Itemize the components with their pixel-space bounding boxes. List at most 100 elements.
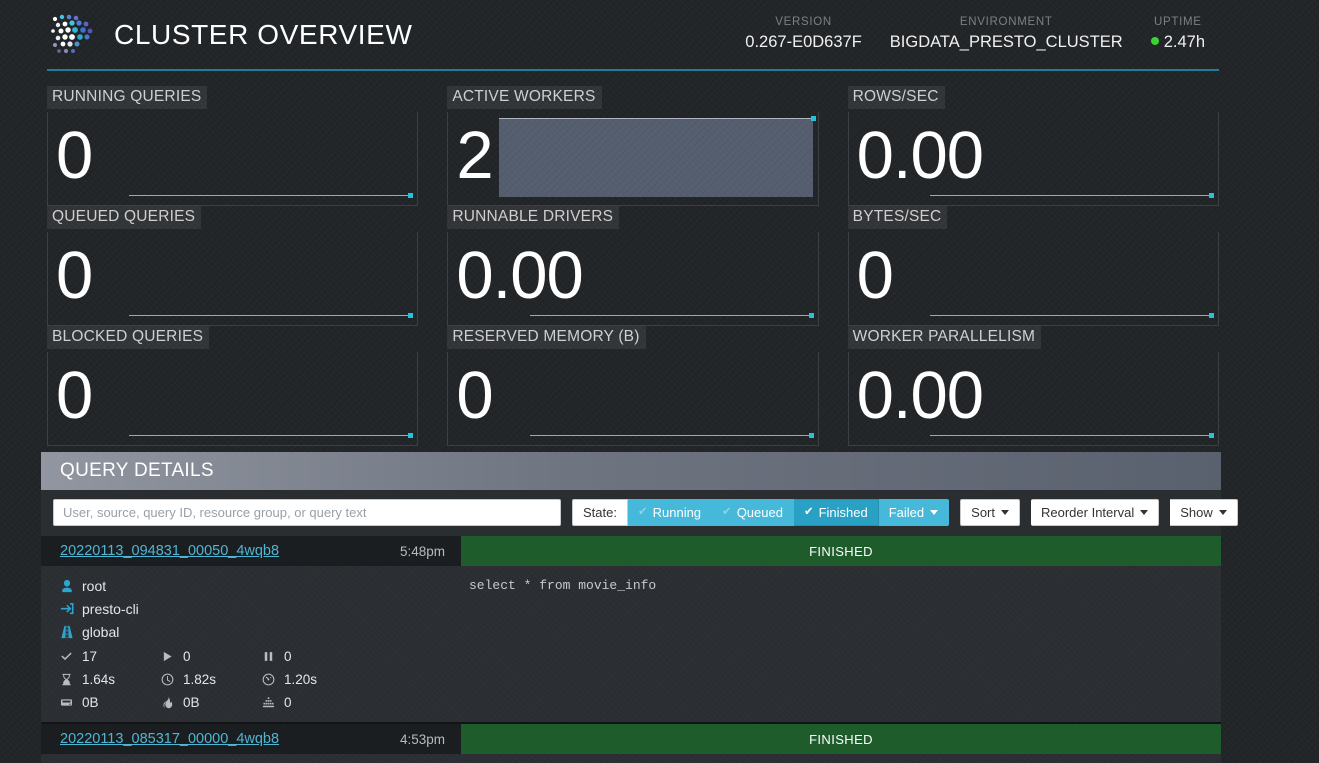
metric-value: 0B: [183, 695, 200, 710]
sparkline: [129, 433, 414, 438]
show-button[interactable]: Show: [1170, 499, 1238, 526]
stat-label: RUNNABLE DRIVERS: [447, 206, 620, 229]
metric-queued-splits: 0: [262, 649, 363, 664]
cluster-overview-page: CLUSTER OVERVIEW VERSION 0.267-E0D637F E…: [0, 0, 1319, 763]
state-filter-running-label: Running: [652, 505, 702, 520]
environment-label: ENVIRONMENT: [959, 15, 1053, 28]
sign-in-icon: [60, 602, 82, 616]
stat-body: 0: [47, 352, 419, 446]
stat-body: 0: [47, 232, 419, 326]
state-filter-failed-label: Failed: [888, 505, 925, 520]
state-filter-failed[interactable]: Failed: [878, 499, 950, 526]
sparkline: [929, 313, 1215, 318]
stat-card-reserved-memory: RESERVED MEMORY (B) 0: [447, 326, 819, 446]
query-id-cell: 20220113_094831_00050_4wqb8 5:48pm: [41, 536, 461, 566]
sort-button[interactable]: Sort: [960, 499, 1020, 526]
query-resource-group: global: [60, 620, 461, 643]
cluster-stat-grid: RUNNING QUERIES 0 ACTIVE WORKERS 2 ROWS/…: [47, 86, 1219, 446]
state-filter-finished[interactable]: ✔ Finished: [793, 499, 879, 526]
stat-body: 0: [447, 352, 819, 446]
query-list-item: 20220113_085317_00000_4wqb8 4:53pm FINIS…: [41, 724, 1221, 763]
metric-row: 0B 0B 0: [60, 691, 461, 714]
header-stat-version: VERSION 0.267-E0D637F: [731, 16, 876, 52]
brand: CLUSTER OVERVIEW: [47, 11, 412, 59]
query-status-badge: FINISHED: [461, 536, 1221, 566]
check-icon: [60, 650, 82, 663]
stat-card-bytes-per-sec: BYTES/SEC 0: [847, 206, 1219, 326]
version-value: 0.267-E0D637F: [745, 32, 862, 51]
metric-cpu-time: 1.20s: [262, 672, 363, 687]
check-icon: ✔: [803, 505, 814, 518]
state-filter-running[interactable]: ✔ Running: [627, 499, 713, 526]
query-row-body: root presto-cli global 17 0 0 1.64s 1.82…: [41, 566, 1221, 724]
query-info: root: [41, 754, 461, 763]
stat-card-worker-parallelism: WORKER PARALLELISM 0.00: [847, 326, 1219, 446]
check-icon: ✔: [637, 505, 648, 518]
query-sql-text: SHOW_FUNCTIONS: [461, 754, 1221, 763]
uptime-value-wrap: 2.47h: [1150, 33, 1205, 52]
query-sql-text: select * from movie_info: [469, 578, 657, 593]
chevron-down-icon: [930, 510, 939, 515]
state-filter-label: State:: [572, 499, 628, 526]
stat-body: 0: [847, 232, 1219, 326]
query-list-item: 20220113_094831_00050_4wqb8 5:48pm FINIS…: [41, 536, 1221, 724]
chevron-down-icon: [1140, 510, 1149, 515]
query-id-link[interactable]: 20220113_085317_00000_4wqb8: [60, 731, 279, 747]
header-stats: VERSION 0.267-E0D637F ENVIRONMENT BIGDAT…: [731, 16, 1219, 54]
query-info: root presto-cli global 17 0 0 1.64s 1.82…: [41, 566, 461, 722]
query-resource-group-label: global: [82, 623, 120, 640]
chevron-down-icon: [1218, 510, 1227, 515]
header-stat-uptime: UPTIME 2.47h: [1137, 16, 1219, 52]
metric-row: 17 0 0: [60, 645, 461, 668]
stat-card-queued-queries: QUEUED QUERIES 0: [47, 206, 419, 326]
state-filter-finished-label: Finished: [818, 505, 868, 520]
stat-value: 0.00: [856, 358, 984, 433]
stat-body: 0: [47, 112, 419, 206]
metric-value: 1.64s: [82, 672, 116, 687]
reorder-interval-button[interactable]: Reorder Interval: [1031, 499, 1160, 526]
query-row-body: root SHOW_FUNCTIONS: [41, 754, 1221, 763]
sparkline: [129, 313, 414, 318]
query-details-header: QUERY DETAILS: [41, 452, 1221, 490]
sparkline: [129, 193, 414, 198]
clock-icon: [161, 673, 183, 686]
metric-value: 0: [284, 649, 292, 664]
stat-label: RUNNING QUERIES: [47, 86, 208, 109]
version-label: VERSION: [775, 15, 832, 28]
check-icon: ✔: [722, 505, 732, 518]
stat-value: 0: [56, 118, 93, 193]
sort-button-label: Sort: [971, 505, 995, 520]
query-time: 5:48pm: [399, 543, 445, 559]
state-filter-queued-label: Queued: [736, 505, 783, 520]
gauge-icon: [262, 673, 284, 686]
stat-label: BYTES/SEC: [847, 206, 948, 229]
hdd-icon: [60, 696, 82, 709]
query-user: root: [60, 574, 461, 597]
stat-label: ROWS/SEC: [847, 86, 945, 109]
stat-label: ACTIVE WORKERS: [447, 86, 602, 109]
metric-peak-memory: 0B: [161, 695, 262, 710]
sparkline: [499, 116, 816, 197]
environment-value: BIGDATA_PRESTO_CLUSTER: [889, 32, 1123, 51]
metric-total-time: 1.82s: [161, 672, 262, 687]
query-id-cell: 20220113_085317_00000_4wqb8 4:53pm: [41, 724, 461, 754]
metric-running-splits: 0: [161, 649, 262, 664]
reorder-interval-button-label: Reorder Interval: [1041, 505, 1135, 520]
hourglass-icon: [60, 673, 82, 686]
state-filter-queued[interactable]: ✔ Queued: [712, 499, 794, 526]
query-id-link[interactable]: 20220113_094831_00050_4wqb8: [60, 543, 279, 559]
status-dot-icon: [1150, 37, 1159, 46]
stat-value: 0: [456, 358, 493, 433]
metric-value: 1.20s: [284, 672, 318, 687]
metric-value: 0B: [82, 695, 99, 710]
query-source-label: presto-cli: [82, 600, 139, 617]
search-input[interactable]: [53, 499, 561, 526]
user-icon: [60, 579, 82, 593]
metric-value: 0: [284, 695, 292, 710]
stat-value: 0: [856, 238, 894, 313]
state-filter-group: State: ✔ Running ✔ Queued ✔ Finished Fai…: [572, 499, 950, 526]
fire-icon: [161, 696, 183, 709]
metric-value: 1.82s: [183, 672, 217, 687]
pause-icon: [262, 650, 284, 663]
query-user-label: root: [82, 577, 107, 594]
